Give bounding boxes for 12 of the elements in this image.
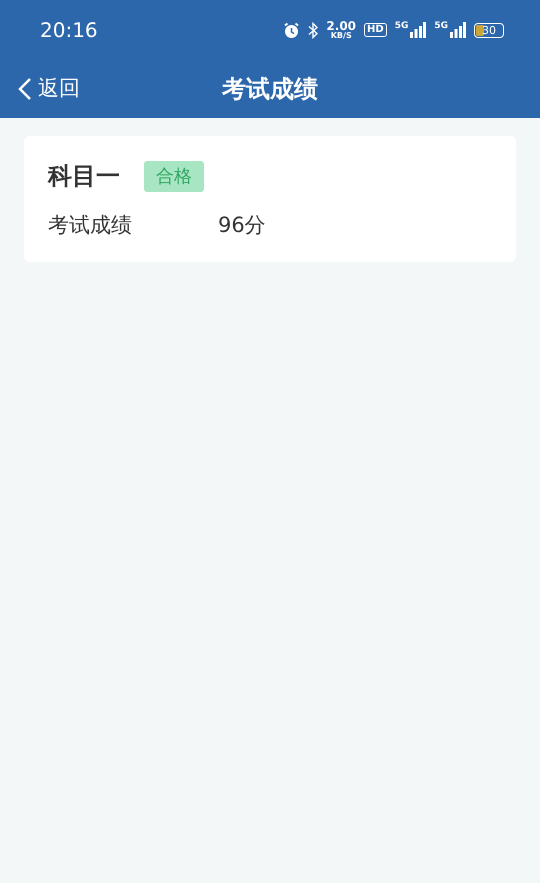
subject-title: 科目一 [48, 161, 120, 192]
hd-icon: HD [364, 23, 387, 37]
status-time: 20:16 [40, 17, 98, 44]
score-label: 考试成绩 [48, 212, 133, 239]
network-speed: 2.00 KB/S [326, 20, 356, 40]
page-title: 考试成绩 [222, 74, 318, 105]
back-button[interactable]: 返回 [0, 73, 80, 105]
alarm-icon [283, 22, 300, 38]
status-tag: 合格 [144, 160, 204, 192]
score-value: 96分 [218, 212, 266, 239]
bluetooth-icon [308, 22, 318, 38]
chevron-left-icon [18, 77, 32, 101]
